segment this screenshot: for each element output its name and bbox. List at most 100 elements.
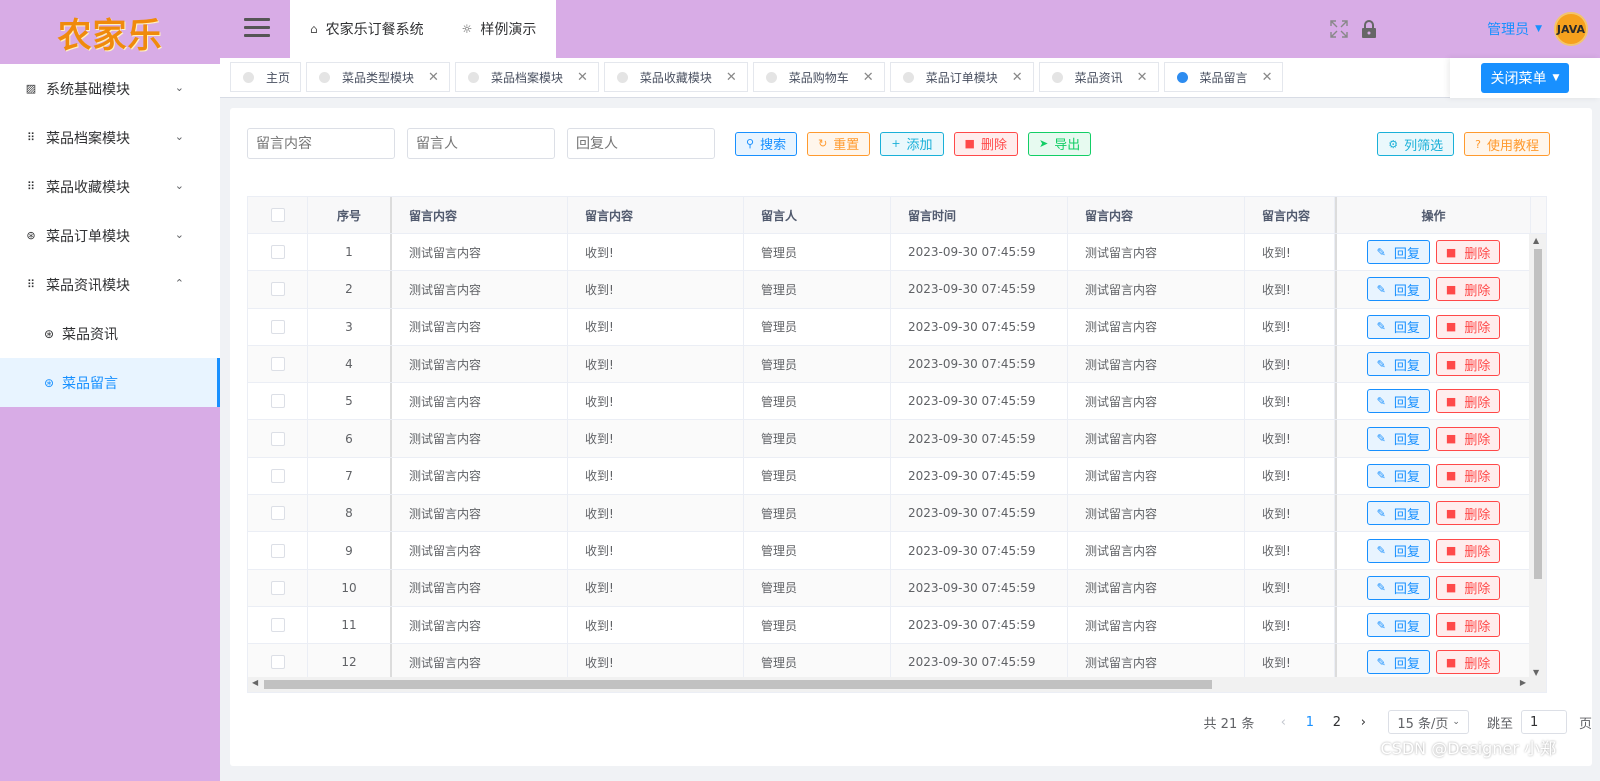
sidebar-item[interactable]: ⊛ 菜品订单模块 ⌄ [0,211,220,260]
reply-button[interactable]: ✎ 回复 [1366,277,1430,302]
reply-button[interactable]: ✎ 回复 [1366,501,1430,526]
tag-item[interactable]: 菜品档案模块 ✕ [454,62,599,92]
tag-item[interactable]: 菜品类型模块 ✕ [306,62,450,92]
sidebar-subitem[interactable]: ⊛ 菜品留言 [0,358,220,407]
chevron-icon: ⌄ [174,228,184,241]
scroll-right-icon[interactable]: ▶ [1520,678,1526,687]
checkbox-cell [248,271,308,308]
reply-button[interactable]: ✎ 回复 [1366,314,1430,339]
header-cell: 留言内容 [392,197,568,233]
row-delete-button[interactable]: ■ 删除 [1435,463,1501,488]
row-checkbox[interactable] [270,618,285,633]
reply-button[interactable]: ✎ 回复 [1366,426,1430,451]
lock-icon[interactable] [1359,19,1379,39]
close-icon[interactable]: ✕ [726,70,737,85]
row-checkbox[interactable] [270,245,285,260]
row-checkbox[interactable] [270,394,285,409]
sidebar-item[interactable]: ⠿ 菜品档案模块 ⌄ [0,113,220,162]
user-menu[interactable]: 管理员 ▼ [1487,19,1542,39]
scroll-up-icon[interactable]: ▲ [1533,236,1539,245]
reply-label: 回复 [1393,321,1420,337]
close-icon[interactable]: ✕ [1262,70,1273,85]
reply-button[interactable]: ✎ 回复 [1366,575,1430,600]
export-button[interactable]: ➤ 导出 [1027,131,1092,156]
top-tab-demo[interactable]: ☼ 样例演示 [462,19,537,39]
row-delete-button[interactable]: ■ 删除 [1435,426,1501,451]
row-delete-button[interactable]: ■ 删除 [1435,538,1501,563]
close-icon[interactable]: ✕ [577,70,588,85]
sidebar-item[interactable]: ▨ 系统基础模块 ⌄ [0,64,220,113]
next-page-icon[interactable]: › [1350,715,1376,730]
reply-button[interactable]: ✎ 回复 [1366,463,1430,488]
reply-button[interactable]: ✎ 回复 [1366,613,1430,638]
scroll-thumb[interactable] [264,680,1212,689]
reply-button[interactable]: ✎ 回复 [1366,352,1430,377]
reply-button[interactable]: ✎ 回复 [1366,389,1430,414]
reset-button[interactable]: ↻ 重置 [807,131,871,156]
row-delete-button[interactable]: ■ 删除 [1435,389,1501,414]
row-delete-button[interactable]: ■ 删除 [1435,240,1501,265]
prev-page-icon[interactable]: ‹ [1270,715,1296,730]
row-checkbox[interactable] [270,543,285,558]
table-cell: 2023-09-30 07:45:59 [891,457,1068,495]
top-tab-label: 农家乐订餐系统 [325,22,424,38]
tag-item[interactable]: 菜品留言 ✕ [1163,62,1284,92]
avatar[interactable]: JAVA [1554,12,1588,46]
tag-item[interactable]: 菜品资讯 ✕ [1038,62,1159,92]
delete-button[interactable]: ■ 删除 [953,131,1018,156]
scroll-thumb[interactable] [1534,249,1542,579]
page-size-select[interactable]: 15 条/页 ⌄ [1388,710,1469,734]
row-delete-button[interactable]: ■ 删除 [1435,277,1501,302]
page-number[interactable]: 1 [1296,715,1323,730]
row-delete-button[interactable]: ■ 删除 [1435,501,1501,526]
horizontal-scrollbar[interactable]: ◀ ▶ [248,677,1546,692]
row-checkbox[interactable] [270,431,285,446]
jump-page-input[interactable]: 1 [1520,710,1567,734]
row-checkbox[interactable] [270,655,285,670]
close-menu-button[interactable]: 关闭菜单 ▼ [1480,63,1570,93]
reply-button[interactable]: ✎ 回复 [1366,240,1430,265]
sidebar-item[interactable]: ⠿ 菜品收藏模块 ⌄ [0,162,220,211]
message-user-input[interactable] [407,128,555,159]
column-filter-button[interactable]: ⚙ 列筛选 [1377,132,1455,156]
scroll-down-icon[interactable]: ▼ [1533,668,1539,677]
sidebar-item[interactable]: ⠿ 菜品资讯模块 ⌃ [0,260,220,309]
reply-user-input[interactable] [567,128,715,159]
scroll-left-icon[interactable]: ◀ [252,678,258,687]
tag-item[interactable]: 菜品收藏模块 ✕ [603,62,748,92]
reply-button[interactable]: ✎ 回复 [1366,538,1430,563]
row-checkbox[interactable] [270,580,285,595]
sidebar-subitem[interactable]: ⊛ 菜品资讯 [0,309,220,358]
select-all-checkbox[interactable] [270,208,285,222]
row-delete-button[interactable]: ■ 删除 [1435,650,1501,675]
vertical-scrollbar[interactable]: ▲ ▼ [1529,234,1546,679]
reply-button[interactable]: ✎ 回复 [1366,650,1430,675]
tag-item[interactable]: 菜品订单模块 ✕ [889,62,1034,92]
tutorial-button[interactable]: ? 使用教程 [1464,132,1550,156]
tag-item[interactable]: 主页 [230,62,302,92]
close-icon[interactable]: ✕ [1012,70,1023,85]
row-checkbox[interactable] [270,506,285,521]
ring-icon: ⊛ [43,326,55,341]
page-number[interactable]: 2 [1323,715,1350,730]
tag-item[interactable]: 菜品购物车 ✕ [752,62,885,92]
fullscreen-icon[interactable] [1329,19,1349,39]
top-tab-home[interactable]: ⌂ 农家乐订餐系统 [310,19,424,39]
row-delete-button[interactable]: ■ 删除 [1435,613,1501,638]
row-checkbox[interactable] [270,357,285,372]
add-button[interactable]: + 添加 [880,131,944,156]
row-checkbox[interactable] [270,319,285,334]
row-checkbox[interactable] [270,282,285,297]
row-delete-button[interactable]: ■ 删除 [1435,575,1501,600]
message-content-input[interactable] [247,128,395,159]
reply-label: 回复 [1393,507,1420,523]
row-checkbox[interactable] [270,468,285,483]
hamburger-icon[interactable] [244,18,270,38]
close-icon[interactable]: ✕ [1137,70,1148,85]
tutorial-label: 使用教程 [1486,138,1539,154]
row-delete-button[interactable]: ■ 删除 [1435,314,1501,339]
close-icon[interactable]: ✕ [428,70,439,85]
search-button[interactable]: ⚲ 搜索 [735,131,798,156]
row-delete-button[interactable]: ■ 删除 [1435,352,1501,377]
close-icon[interactable]: ✕ [863,70,874,85]
